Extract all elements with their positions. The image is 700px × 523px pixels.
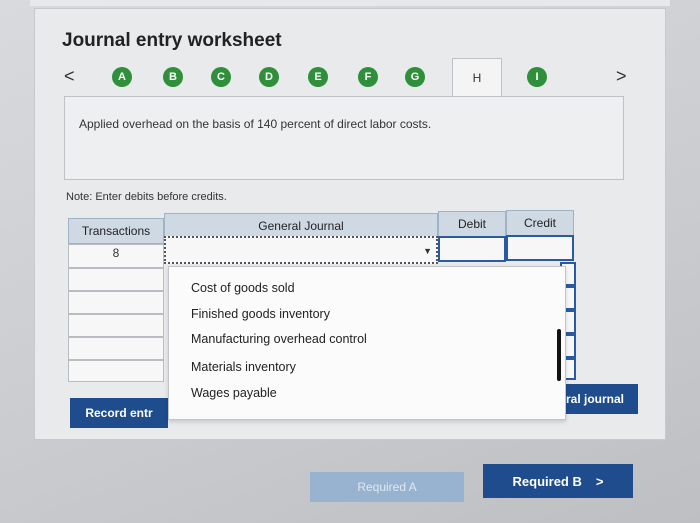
step-g[interactable]: G: [405, 67, 425, 87]
required-b-button[interactable]: Required B >: [483, 464, 633, 498]
transaction-cell: [68, 268, 164, 291]
transaction-cell: [68, 291, 164, 314]
step-e[interactable]: E: [308, 67, 328, 87]
transaction-cell: [68, 337, 164, 360]
note-text: Note: Enter debits before credits.: [66, 191, 227, 203]
dropdown-caret-icon: ▼: [423, 246, 432, 256]
account-select[interactable]: ▼: [164, 236, 438, 264]
step-a[interactable]: A: [112, 67, 132, 87]
credit-input[interactable]: [506, 235, 574, 261]
transaction-cell: [68, 314, 164, 337]
required-a-button[interactable]: Required A: [310, 472, 464, 502]
chevron-right-icon: >: [595, 473, 604, 489]
step-b[interactable]: B: [163, 67, 183, 87]
dropdown-option[interactable]: Wages payable: [191, 386, 277, 400]
header-debit: Debit: [438, 211, 506, 237]
top-strip: [30, 0, 670, 6]
description-text: Applied overhead on the basis of 140 per…: [79, 117, 432, 131]
dropdown-option[interactable]: Cost of goods sold: [191, 281, 295, 295]
transaction-cell: [68, 360, 164, 382]
required-b-label: Required B: [512, 473, 582, 489]
page-title: Journal entry worksheet: [62, 30, 282, 51]
required-a-label: Required A: [357, 480, 417, 494]
prev-arrow-icon[interactable]: <: [64, 66, 75, 87]
header-transactions: Transactions: [68, 218, 164, 244]
dropdown-scrollbar[interactable]: [557, 329, 561, 381]
dropdown-option[interactable]: Manufacturing overhead control: [191, 332, 367, 346]
transaction-number: 8: [112, 246, 120, 260]
record-entry-button[interactable]: Record entr: [70, 398, 168, 428]
step-c[interactable]: C: [211, 67, 231, 87]
dropdown-option[interactable]: Finished goods inventory: [191, 307, 330, 321]
dropdown-option[interactable]: Materials inventory: [191, 360, 296, 374]
header-credit: Credit: [506, 210, 574, 236]
step-h-active[interactable]: H: [452, 58, 502, 97]
account-dropdown-list: Cost of goods sold Finished goods invent…: [168, 266, 566, 420]
debit-input[interactable]: [438, 236, 506, 262]
next-arrow-icon[interactable]: >: [616, 66, 627, 87]
step-i[interactable]: I: [527, 67, 547, 87]
description-box: Applied overhead on the basis of 140 per…: [64, 96, 624, 180]
step-d[interactable]: D: [259, 67, 279, 87]
step-f[interactable]: F: [358, 67, 378, 87]
